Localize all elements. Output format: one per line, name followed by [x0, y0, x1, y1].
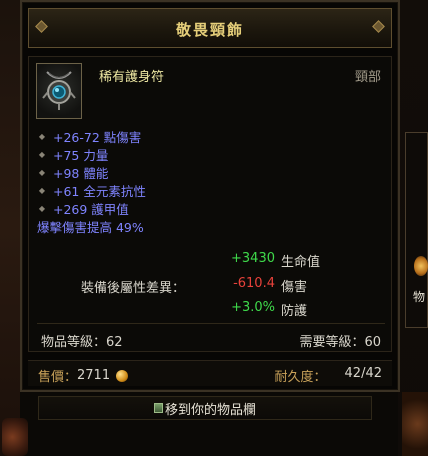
compare-value: +3.0% — [231, 300, 275, 315]
affix-text: +75 力量 — [53, 147, 109, 163]
sell-price: 售價： 2711 — [38, 366, 129, 385]
affix-row: ◆ +75 力量 — [37, 145, 146, 163]
compare-row-life: +3430 生命值 — [225, 251, 320, 270]
diamond-bullet-icon: ◆ — [38, 185, 46, 195]
move-to-inventory-label: 移到你的物品欄 — [164, 402, 256, 418]
background-left-decoration — [2, 418, 28, 456]
affix-text: +26-72 點傷害 — [53, 129, 142, 145]
compare-value: -610.4 — [233, 276, 275, 291]
affix-text: 爆擊傷害提高 49% — [37, 219, 144, 235]
item-slot: 頸部 — [354, 70, 381, 85]
tooltip-footer: 售價： 2711 耐久度： 42/42 — [28, 360, 392, 386]
tooltip-title-bar: 敬畏頸飾 — [28, 8, 392, 48]
background-left — [0, 0, 20, 456]
background-right-decoration — [402, 392, 428, 456]
affix-text: +61 全元素抗性 — [53, 183, 146, 199]
inventory-bag-icon — [153, 403, 163, 413]
diamond-bullet-icon: ◆ — [38, 167, 46, 177]
affix-row: ◆ +98 體能 — [37, 163, 146, 181]
affix-row: ◆ +26-72 點傷害 — [37, 127, 146, 145]
affix-row: 爆擊傷害提高 49% — [37, 217, 146, 235]
affix-row: ◆ +269 護甲值 — [37, 199, 146, 217]
durability-label: 耐久度： — [274, 370, 327, 385]
compare-stat: 生命值 — [281, 255, 321, 270]
compare-label: 裝備後屬性差異： — [81, 281, 186, 296]
divider — [37, 323, 385, 324]
affix-row: ◆ +61 全元素抗性 — [37, 181, 146, 199]
item-level: 物品等級：62 — [41, 335, 123, 350]
durability-value: 42/42 — [344, 366, 382, 381]
compare-stat: 防護 — [281, 304, 308, 319]
compare-row-damage: -610.4 傷害 — [225, 276, 307, 295]
item-tooltip: 敬畏頸飾 稀有護身符 頸部 ◆ +26-72 點傷害 ◆ +75 力量 ◆ +9… — [20, 0, 400, 392]
item-name: 稀有護身符 — [99, 70, 165, 85]
affix-text: +269 護甲值 — [53, 201, 129, 217]
affix-text: +98 體能 — [53, 165, 109, 181]
compare-value: +3430 — [231, 251, 275, 266]
required-level: 需要等級：60 — [299, 335, 381, 350]
durability: 耐久度： 42/42 — [275, 366, 382, 385]
diamond-bullet-icon: ◆ — [38, 149, 46, 159]
move-to-inventory-button[interactable]: 移到你的物品欄 — [38, 396, 372, 420]
item-title: 敬畏頸飾 — [175, 21, 244, 39]
diamond-bullet-icon: ◆ — [38, 131, 46, 141]
compare-stat: 傷害 — [281, 280, 308, 295]
price-value: 2711 — [77, 368, 111, 383]
gold-coin-icon — [116, 369, 129, 382]
price-label: 售價： — [38, 370, 78, 385]
amulet-icon — [36, 63, 82, 119]
compare-row-defense: +3.0% 防護 — [225, 300, 307, 319]
diamond-bullet-icon: ◆ — [38, 203, 46, 213]
background-orb-icon — [414, 256, 428, 276]
background-side-text: 物 — [413, 290, 426, 304]
affix-list: ◆ +26-72 點傷害 ◆ +75 力量 ◆ +98 體能 ◆ +61 全元素… — [37, 127, 146, 235]
tooltip-content: 稀有護身符 頸部 ◆ +26-72 點傷害 ◆ +75 力量 ◆ +98 體能 … — [28, 56, 392, 352]
